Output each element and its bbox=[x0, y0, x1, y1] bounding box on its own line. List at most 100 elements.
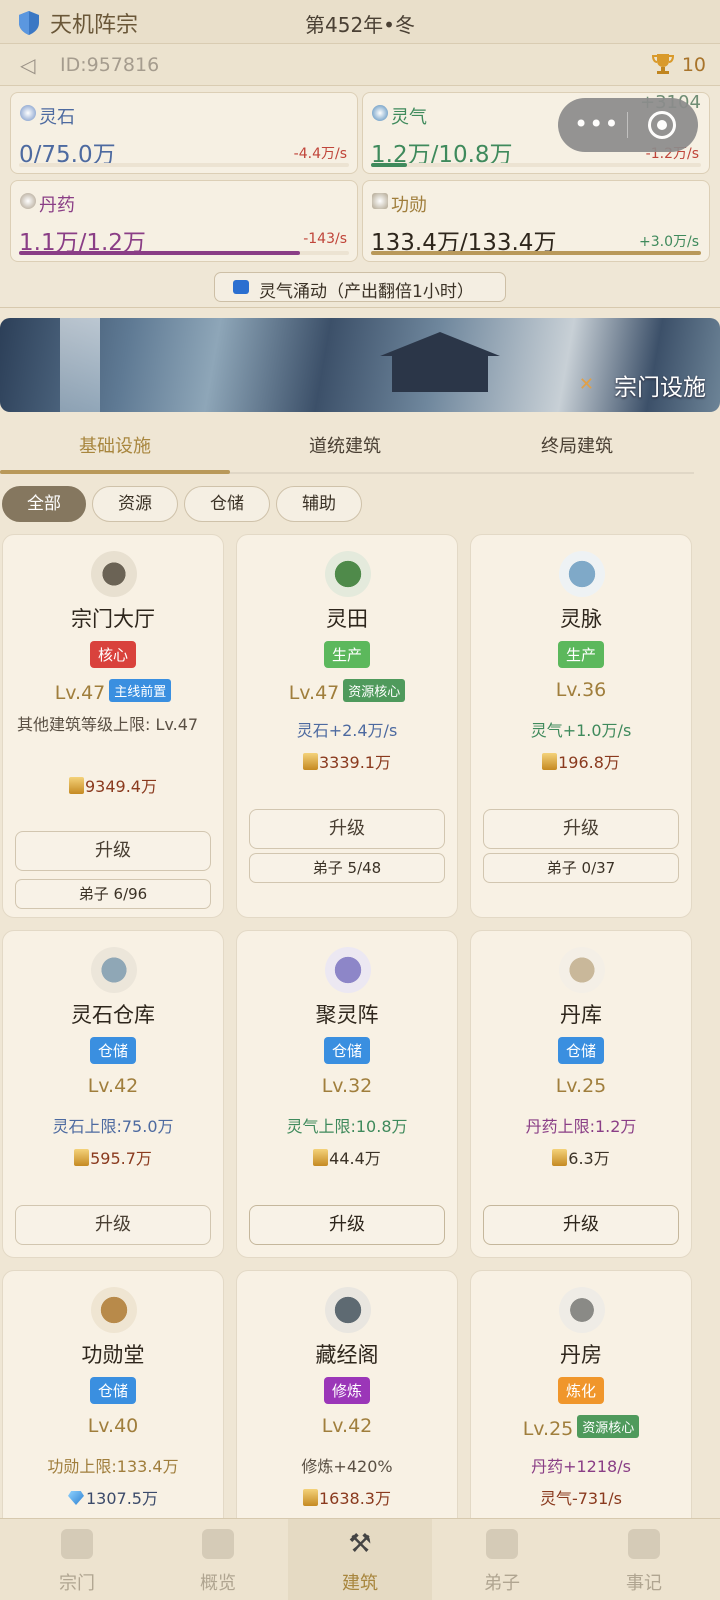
trophy-icon bbox=[652, 54, 674, 74]
building-tag: 生产 bbox=[323, 641, 370, 668]
resource-name: 灵石 bbox=[39, 107, 75, 128]
scroll-icon bbox=[303, 753, 318, 770]
building-level: Lv.25 bbox=[555, 1075, 607, 1097]
building-level: Lv.47 bbox=[288, 682, 340, 704]
cauldron-icon bbox=[559, 1287, 605, 1333]
building-card-alchemy-room: 丹房 炼化 Lv.25 资源核心 丹药+1218/s 灵气-731/s bbox=[470, 1270, 692, 1530]
building-effect: 功勋上限:133.4万 bbox=[47, 1457, 179, 1476]
chip-auxiliary[interactable]: 辅助 bbox=[276, 486, 362, 522]
tab-endgame[interactable]: 终局建筑 bbox=[462, 432, 692, 458]
upgrade-cost: 1307.5万 bbox=[3, 1485, 223, 1509]
disciple-button[interactable]: 弟子 0/37 bbox=[483, 853, 679, 883]
disciple-button[interactable]: 弟子 6/96 bbox=[15, 879, 211, 909]
building-card-hall: 宗门大厅 核心 Lv.47 主线前置 其他建筑等级上限: Lv.47 9349.4… bbox=[2, 534, 224, 918]
building-title: 灵田 bbox=[326, 607, 368, 631]
building-level: Lv.47 bbox=[54, 682, 106, 704]
upgrade-button[interactable]: 升级 bbox=[483, 1205, 679, 1245]
jars-icon bbox=[559, 947, 605, 993]
building-effect: 灵石+2.4万/s bbox=[296, 721, 398, 740]
spirit-stone-icon bbox=[20, 105, 36, 121]
nav-label: 概览 bbox=[200, 1573, 236, 1594]
building-title: 丹库 bbox=[560, 1003, 602, 1027]
building-effect-secondary: 灵气-731/s bbox=[539, 1489, 623, 1508]
vein-icon bbox=[559, 551, 605, 597]
upgrade-cost: 595.7万 bbox=[3, 1145, 223, 1169]
boost-label: 灵气涌动（产出翻倍1小时） bbox=[259, 282, 474, 302]
disciple-button[interactable]: 弟子 5/48 bbox=[249, 853, 445, 883]
chip-resource[interactable]: 资源 bbox=[92, 486, 178, 522]
tab-daotong[interactable]: 道统建筑 bbox=[230, 432, 460, 458]
scroll-icon bbox=[74, 1149, 90, 1166]
upgrade-cost: 6.3万 bbox=[471, 1145, 691, 1169]
merit-hall-icon bbox=[91, 1287, 137, 1333]
building-tag: 仓储 bbox=[89, 1037, 136, 1064]
building-tag: 生产 bbox=[557, 641, 604, 668]
upgrade-cost: 1638.3万 bbox=[237, 1485, 457, 1509]
building-card-field: 灵田 生产 Lv.47 资源核心 灵石+2.4万/s 3339.1万 升级 弟子 … bbox=[236, 534, 458, 918]
user-id: ID:957816 bbox=[60, 54, 160, 76]
array-icon bbox=[325, 947, 371, 993]
building-level: Lv.42 bbox=[87, 1075, 139, 1097]
field-icon bbox=[325, 551, 371, 597]
mainline-badge: 主线前置 bbox=[109, 679, 172, 702]
nav-buildings[interactable]: ⚒ 建筑 bbox=[288, 1519, 432, 1600]
upgrade-cost: 44.4万 bbox=[237, 1145, 457, 1169]
building-tag: 仓储 bbox=[323, 1037, 370, 1064]
building-title: 功勋堂 bbox=[81, 1343, 145, 1367]
chip-storage[interactable]: 仓储 bbox=[184, 486, 270, 522]
building-card-pill-vault: 丹库 仓储 Lv.25 丹药上限:1.2万 6.3万 升级 bbox=[470, 930, 692, 1258]
resource-name: 功勋 bbox=[391, 195, 427, 216]
building-desc: 其他建筑等级上限: Lv.47 bbox=[17, 715, 199, 734]
resource-bar bbox=[371, 163, 701, 167]
building-level: Lv.42 bbox=[321, 1415, 373, 1437]
nav-disciples[interactable]: 弟子 bbox=[430, 1519, 574, 1600]
upgrade-button[interactable]: 升级 bbox=[15, 1205, 211, 1245]
hall-icon bbox=[91, 551, 137, 597]
hammer-icon: ✕ bbox=[578, 374, 594, 395]
building-level: Lv.36 bbox=[555, 679, 607, 701]
building-effect: 灵石上限:75.0万 bbox=[52, 1117, 174, 1136]
resource-bar bbox=[19, 251, 349, 255]
scroll-icon bbox=[303, 1489, 318, 1506]
resource-card-danyao: 丹药 1.1万/1.2万 -143/s bbox=[10, 180, 358, 262]
building-tag: 仓储 bbox=[89, 1377, 136, 1404]
resource-core-badge: 资源核心 bbox=[577, 1415, 640, 1438]
resource-name: 丹药 bbox=[39, 195, 75, 216]
tab-basic[interactable]: 基础设施 bbox=[0, 432, 230, 458]
building-level: Lv.32 bbox=[321, 1075, 373, 1097]
upgrade-button[interactable]: 升级 bbox=[249, 1205, 445, 1245]
tools-icon: ⚒ bbox=[348, 1529, 372, 1559]
building-card-merit-hall: 功勋堂 仓储 Lv.40 功勋上限:133.4万 1307.5万 bbox=[2, 1270, 224, 1530]
nav-chronicle[interactable]: 事记 bbox=[572, 1519, 716, 1600]
nav-label: 宗门 bbox=[59, 1573, 95, 1594]
resource-rate: -143/s bbox=[303, 231, 347, 247]
building-tag: 仓储 bbox=[557, 1037, 604, 1064]
upgrade-button[interactable]: 升级 bbox=[15, 831, 211, 871]
building-effect: 灵气上限:10.8万 bbox=[286, 1117, 408, 1136]
building-effect: 丹药+1218/s bbox=[531, 1457, 631, 1476]
more-icon[interactable]: ••• bbox=[574, 110, 619, 138]
boost-button[interactable]: 灵气涌动（产出翻倍1小时） bbox=[214, 272, 506, 302]
nav-label: 事记 bbox=[626, 1573, 662, 1594]
building-level: Lv.40 bbox=[87, 1415, 139, 1437]
upgrade-button[interactable]: 升级 bbox=[483, 809, 679, 849]
chip-all[interactable]: 全部 bbox=[2, 486, 86, 522]
disciple-icon bbox=[486, 1529, 518, 1559]
chest-icon bbox=[91, 947, 137, 993]
upgrade-cost: 196.8万 bbox=[471, 749, 691, 773]
nav-overview[interactable]: 概览 bbox=[146, 1519, 290, 1600]
building-tag: 核心 bbox=[89, 641, 136, 668]
back-icon[interactable]: ◁ bbox=[20, 53, 35, 77]
close-target-icon[interactable] bbox=[648, 111, 676, 139]
building-card-library: 藏经阁 修炼 Lv.42 修炼+420% 1638.3万 bbox=[236, 1270, 458, 1530]
nav-sect[interactable]: 宗门 bbox=[5, 1519, 149, 1600]
resource-rate: -4.4万/s bbox=[293, 146, 347, 162]
building-title: 灵脉 bbox=[560, 607, 602, 631]
building-level: Lv.25 bbox=[522, 1418, 574, 1440]
building-title: 宗门大厅 bbox=[71, 607, 155, 631]
building-title: 聚灵阵 bbox=[315, 1003, 379, 1027]
building-title: 灵石仓库 bbox=[71, 1003, 155, 1027]
upgrade-button[interactable]: 升级 bbox=[249, 809, 445, 849]
resource-card-gongxun: 功勋 133.4万/133.4万 +3.0万/s bbox=[362, 180, 710, 262]
nav-label: 弟子 bbox=[484, 1573, 520, 1594]
